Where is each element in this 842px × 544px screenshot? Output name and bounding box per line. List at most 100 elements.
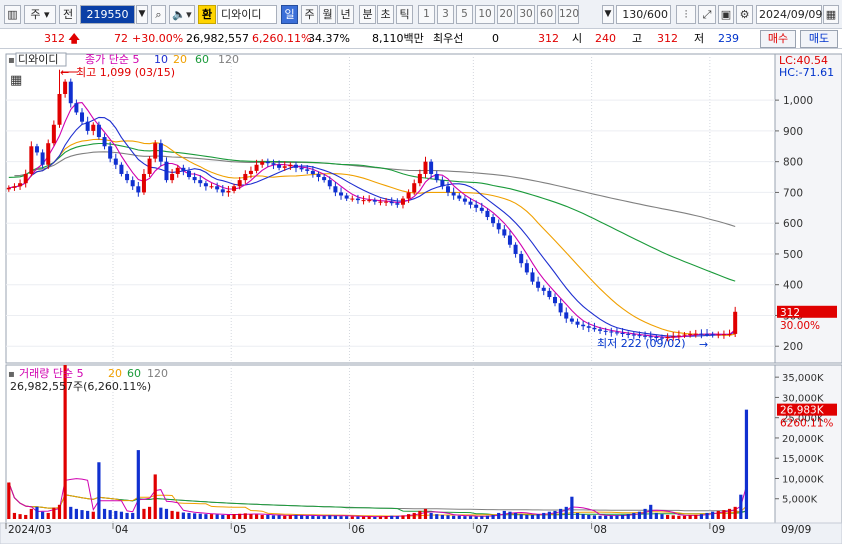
interval-button-6[interactable]: 60 [537,5,556,24]
candle-body [74,103,79,113]
x-axis-label: 09 [712,524,725,536]
interval-button-0[interactable]: 1 [418,5,435,24]
candle-body [51,124,56,144]
price-ma-period-60: 60 [195,53,209,66]
candle-body [299,167,304,170]
market-mode-select[interactable]: 주 ▾ [24,5,56,24]
volume-bar [581,514,585,519]
interval-button-4[interactable]: 20 [497,5,515,24]
volume-bar [266,514,270,519]
search-icon[interactable]: ⌕ [151,5,166,24]
date-input[interactable]: 2024/09/09 [756,5,822,24]
volume-bar [592,515,597,519]
candle-body [479,207,484,211]
panel-menu-icon: ▪ [8,55,15,66]
candle-body [29,146,34,174]
candle-body [721,334,726,336]
candle-body [727,333,732,335]
code-dropdown-icon[interactable]: ▼ [136,5,148,24]
period-tab-3[interactable]: 년 [337,5,354,24]
stock-code-input[interactable]: 219550 [80,5,135,24]
price-tick-label: 200 [783,341,803,353]
candle-body [192,177,197,181]
volume-bar [316,516,321,519]
volume-bar [491,514,495,519]
candle-body [626,333,631,335]
candle-body [181,167,186,171]
volume-bar [114,510,118,519]
stock-chart[interactable]: 2024/03 04 05 06 07 08 09 09/09 1,000 900 800 700 60… [0,49,842,544]
high-price: 312 [657,32,678,45]
volume-bar [542,512,546,519]
volume-ma-label: 거래량 단순 5 [19,367,84,380]
period-tab-5[interactable]: 초 [377,5,394,24]
volume-bar [508,511,512,519]
volume-bar [125,512,129,519]
interval-button-5[interactable]: 30 [517,5,535,24]
low-price: 239 [718,32,739,45]
period-tab-0[interactable]: 일 [281,5,298,24]
volume-bar [350,516,354,519]
candle-body [378,201,383,203]
volume-bar [46,512,50,519]
volume-bar [193,513,197,519]
volume-bar [637,511,642,519]
candle-body [485,210,490,218]
volume-bar [485,515,490,519]
sell-button[interactable]: 매도 [800,30,838,48]
candle-body [153,143,158,159]
interval-button-3[interactable]: 10 [475,5,495,24]
chart-layout-icon[interactable]: ▥ [4,5,21,24]
calendar-icon[interactable]: ▦ [823,5,839,24]
gear-icon[interactable]: ⚙ [736,5,753,24]
candle-body [575,321,580,325]
interval-button-1[interactable]: 3 [437,5,454,24]
candle-body [265,161,270,164]
volume-bar [345,516,349,519]
bar-count-input[interactable]: 130/600 [616,5,671,24]
volume-bar [131,512,135,519]
sound-icon[interactable]: 🔈▾ [169,5,195,24]
volume-bar [705,512,709,519]
volume-bar [457,515,461,519]
candle-body [271,163,276,165]
volume-tick-label: 20,000K [782,434,824,445]
candle-body [474,204,479,208]
period-tab-4[interactable]: 분 [359,5,376,24]
quote-info-bar: 312 🡅 72 +30.00% 26,982,557 6,260.11% 34… [0,29,842,49]
interval-button-2[interactable]: 5 [456,5,473,24]
period-tab-6[interactable]: 틱 [396,5,413,24]
volume-bar [390,515,394,519]
scope-select[interactable]: 전 [59,5,77,24]
period-tab-2[interactable]: 월 [319,5,336,24]
drawing-tool-icon[interactable]: ⤢ [698,5,716,24]
volume-bar [570,496,574,519]
volume-bar [688,515,692,519]
candle-body [423,161,428,174]
grid-toggle-icon: ▦ [10,73,22,88]
volume-bar [283,515,287,519]
x-axis-label: 05 [233,524,246,536]
hc-value: HC:-71.61 [779,66,834,79]
candle-body [63,81,68,94]
volume-bar [502,510,506,519]
buy-button[interactable]: 매수 [760,30,796,48]
candle-type-icon[interactable]: ⫶ [676,5,696,24]
save-icon[interactable]: ▣ [718,5,734,24]
volume-bar [513,512,518,519]
candle-body [125,173,130,181]
price-tick-label: 600 [783,218,803,230]
volume-tick-label: 15,000K [782,454,824,465]
bar-count-dropdown-icon[interactable]: ▼ [602,5,614,24]
period-tab-1[interactable]: 주 [301,5,318,24]
exchange-badge[interactable]: 환 [198,5,216,24]
candle-body [367,200,372,202]
candle-body [564,312,569,319]
volume-bar [249,514,253,519]
interval-button-7[interactable]: 120 [558,5,579,24]
volume-bar [547,511,551,519]
volume-bar [209,514,214,519]
volume-bar [739,494,743,519]
volume-bar [159,507,163,519]
candle-body [40,152,45,165]
